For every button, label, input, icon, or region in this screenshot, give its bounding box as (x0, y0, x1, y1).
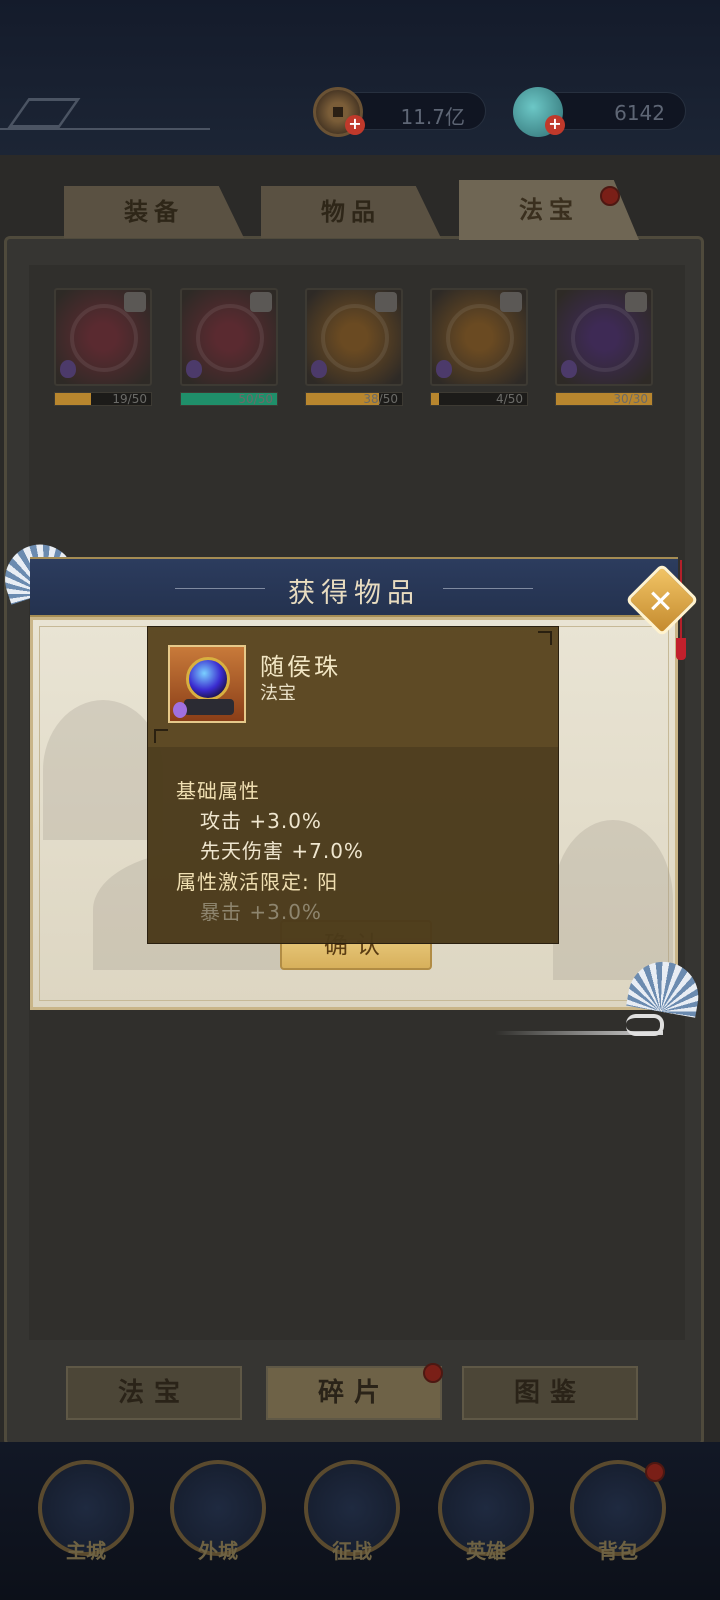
subtab-fragments[interactable]: 碎片 (266, 1366, 442, 1420)
puzzle-piece-icon (124, 292, 146, 312)
modal-title: 获得物品 (288, 578, 420, 609)
close-x-icon: ✕ (647, 582, 674, 621)
activation-requirement: 属性激活限定: 阳 (176, 870, 339, 894)
nav-hero[interactable]: 英雄 (438, 1460, 534, 1563)
jade-value: 6142 (614, 101, 665, 125)
treasure-fragment-slot[interactable]: 38/50 (305, 288, 403, 406)
fragment-progress-bar: 38/50 (305, 392, 403, 406)
item-type: 法宝 (260, 683, 296, 704)
subtab-treasure[interactable]: 法宝 (66, 1366, 242, 1420)
progress-text: 38/50 (363, 392, 398, 406)
fragment-progress-bar: 30/30 (555, 392, 653, 406)
treasure-silhouette-icon (196, 304, 264, 372)
nav-backpack-label: 背包 (598, 1539, 638, 1563)
fragment-frame (555, 288, 653, 386)
puzzle-piece-icon (625, 292, 647, 312)
gold-value: 11.7亿 (400, 105, 465, 129)
treasure-fragment-slot[interactable]: 4/50 (430, 288, 528, 406)
progress-text: 4/50 (496, 392, 523, 406)
progress-text: 19/50 (112, 392, 147, 406)
top-bar: + 11.7亿 + 6142 (0, 0, 720, 155)
header-line-right (443, 588, 533, 589)
treasure-silhouette-icon (571, 304, 639, 372)
fragments-notification-badge (423, 1363, 443, 1383)
puzzle-piece-icon (250, 292, 272, 312)
progress-text: 50/50 (238, 392, 273, 406)
base-attributes-heading: 基础属性 (176, 779, 260, 803)
treasure-fragment-slot[interactable]: 50/50 (180, 288, 278, 406)
nav-main-city-label: 主城 (66, 1539, 106, 1563)
fragment-frame (180, 288, 278, 386)
nav-campaign[interactable]: 征战 (304, 1460, 400, 1563)
fragment-progress-bar: 19/50 (54, 392, 152, 406)
fragment-frame (54, 288, 152, 386)
treasure-silhouette-icon (70, 304, 138, 372)
nav-hero-label: 英雄 (466, 1539, 506, 1563)
nav-campaign-label: 征战 (332, 1539, 372, 1563)
category-tabs: 装备 物品 法宝 (64, 180, 664, 240)
nav-main-city[interactable]: 主城 (38, 1460, 134, 1563)
treasure-fragment-slot[interactable]: 30/30 (555, 288, 653, 406)
nav-outer-city-label: 外城 (198, 1539, 238, 1563)
treasure-silhouette-icon (321, 304, 389, 372)
progress-fill (55, 393, 92, 405)
grade-gem-icon (186, 360, 202, 378)
item-tooltip: 随侯珠 法宝 基础属性 攻击 +3.0% 先天伤害 +7.0% 属性激活限定: … (147, 626, 559, 944)
grade-gem-icon (561, 360, 577, 378)
modal-header: 获得物品 (30, 557, 678, 617)
fragment-progress-bar: 4/50 (430, 392, 528, 406)
grade-gem-icon (60, 360, 76, 378)
fragment-progress-bar: 50/50 (180, 392, 278, 406)
grade-gem-icon (311, 360, 327, 378)
tab-notification-badge (600, 186, 620, 206)
add-gold-icon[interactable]: + (345, 115, 365, 135)
progress-text: 30/30 (613, 392, 648, 406)
attack-stat: 攻击 +3.0% (200, 809, 322, 833)
tab-items[interactable]: 物品 (261, 186, 441, 238)
jade-currency[interactable]: + 6142 (513, 87, 686, 137)
progress-fill (431, 393, 439, 405)
treasure-fragment-slot[interactable]: 19/50 (54, 288, 152, 406)
emblem-decoration (0, 96, 210, 130)
puzzle-piece-icon (500, 292, 522, 312)
pearl-treasure-icon (168, 645, 246, 723)
fragment-frame (430, 288, 528, 386)
nav-outer-city[interactable]: 外城 (170, 1460, 266, 1563)
fragment-frame (305, 288, 403, 386)
treasure-silhouette-icon (446, 304, 514, 372)
item-name: 随侯珠 (260, 653, 341, 681)
add-jade-icon[interactable]: + (545, 115, 565, 135)
crit-stat: 暴击 +3.0% (200, 900, 322, 924)
backpack-notification-badge (645, 1462, 665, 1482)
gold-currency[interactable]: + 11.7亿 (313, 87, 486, 137)
grade-gem-icon (436, 360, 452, 378)
subtab-collection[interactable]: 图鉴 (462, 1366, 638, 1420)
tab-equipment[interactable]: 装备 (64, 186, 244, 238)
innate-damage-stat: 先天伤害 +7.0% (200, 839, 364, 863)
puzzle-piece-icon (375, 292, 397, 312)
